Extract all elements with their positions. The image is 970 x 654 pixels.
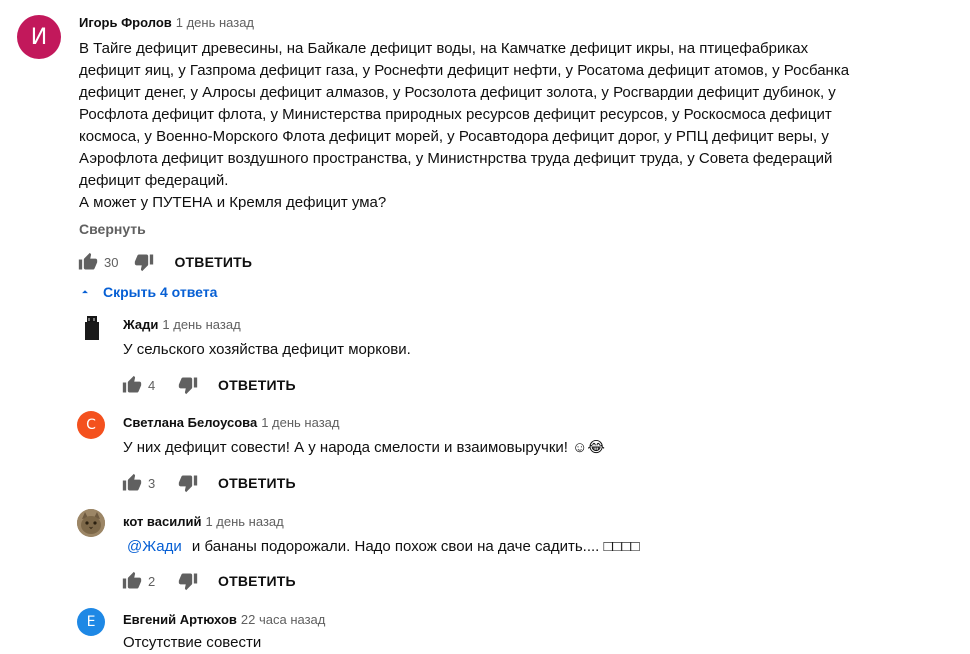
reply-actions: 3 ОТВЕТИТЬ: [120, 471, 296, 495]
dislike-button[interactable]: [176, 471, 200, 495]
reply-author[interactable]: Жади 1 день назад: [123, 317, 241, 332]
like-count: 3: [148, 475, 156, 491]
reply-actions: 2 ОТВЕТИТЬ: [120, 569, 296, 593]
avatar[interactable]: С: [77, 411, 105, 439]
comment-author[interactable]: Игорь Фролов 1 день назад: [79, 15, 254, 30]
comment-line: дефицит федераций.: [79, 172, 229, 189]
like-button[interactable]: [120, 471, 144, 495]
avatar[interactable]: [77, 509, 105, 537]
comment-line: А может у ПУТЕНА и Кремля дефицит ума?: [79, 194, 387, 211]
comment-line: дефицит денег, у Алросы дефицит алмазов,…: [79, 84, 836, 101]
reply-time[interactable]: 22 часа назад: [241, 612, 325, 627]
avatar[interactable]: [77, 314, 103, 340]
avatar[interactable]: И: [17, 15, 61, 59]
thumbs-up-icon: [78, 252, 98, 270]
like-count: 4: [148, 377, 156, 393]
like-count: 30: [104, 254, 119, 270]
reply-button[interactable]: ОТВЕТИТЬ: [218, 573, 296, 589]
reply-author[interactable]: Евгений Артюхов 22 часа назад: [123, 612, 325, 627]
comment-text: В Тайге дефицит древесины, на Байкале де…: [79, 38, 959, 214]
mention-link[interactable]: @Жади: [127, 538, 182, 555]
thumbs-down-icon: [178, 573, 198, 591]
like-count: 2: [148, 573, 156, 589]
dislike-button[interactable]: [176, 569, 200, 593]
hide-replies-button[interactable]: Скрыть 4 ответа: [78, 284, 217, 300]
avatar-letter: И: [30, 24, 48, 50]
thumbs-up-icon: [122, 375, 142, 393]
like-button[interactable]: [76, 250, 100, 274]
avatar-letter: С: [86, 417, 96, 433]
collapse-button[interactable]: Свернуть: [79, 221, 146, 237]
reply-time[interactable]: 1 день назад: [261, 415, 339, 430]
comment-line: дефицит яиц, у Газпрома дефицит газа, у …: [79, 62, 850, 79]
thumbs-down-icon: [178, 475, 198, 493]
comment-line: Аэрофлота дефицит воздушного пространств…: [79, 150, 833, 167]
comment-line: В Тайге дефицит древесины, на Байкале де…: [79, 40, 809, 57]
avatar-image-icon: [85, 316, 99, 340]
thumbs-down-icon: [178, 377, 198, 395]
avatar-letter: Е: [86, 614, 96, 630]
reply-text: и бананы подорожали. Надо похож свои на …: [191, 538, 640, 555]
hide-replies-label[interactable]: Скрыть 4 ответа: [103, 284, 217, 300]
thumbs-up-icon: [122, 571, 142, 589]
reply-author[interactable]: кот василий 1 день назад: [123, 514, 284, 529]
reply-button[interactable]: ОТВЕТИТЬ: [218, 377, 296, 393]
author-name[interactable]: Светлана Белоусова: [123, 415, 257, 430]
thumbs-up-icon: [122, 473, 142, 491]
cat-avatar-icon: [77, 509, 105, 537]
reply-text: У них дефицит совести! А у народа смелос…: [123, 439, 605, 456]
comment-actions: 30 ОТВЕТИТЬ: [76, 250, 252, 274]
comment-time[interactable]: 1 день назад: [176, 15, 254, 30]
dislike-button[interactable]: [176, 373, 200, 397]
dislike-button[interactable]: [132, 250, 156, 274]
author-name[interactable]: Жади: [123, 317, 158, 332]
author-name[interactable]: Игорь Фролов: [79, 15, 172, 30]
reply-time[interactable]: 1 день назад: [205, 514, 283, 529]
reply-button[interactable]: ОТВЕТИТЬ: [174, 254, 252, 270]
comment-line: космоса, у Военно-Морского Флота дефицит…: [79, 128, 829, 145]
reply-author[interactable]: Светлана Белоусова 1 день назад: [123, 415, 339, 430]
author-name[interactable]: кот василий: [123, 514, 201, 529]
like-button[interactable]: [120, 373, 144, 397]
reply-time[interactable]: 1 день назад: [162, 317, 240, 332]
reply-text-row: @Жади и бананы подорожали. Надо похож св…: [123, 536, 640, 558]
author-name[interactable]: Евгений Артюхов: [123, 612, 237, 627]
comment-line: Росфлота дефицит флота, у Министерства п…: [79, 106, 832, 123]
reply-button[interactable]: ОТВЕТИТЬ: [218, 475, 296, 491]
like-button[interactable]: [120, 569, 144, 593]
avatar[interactable]: Е: [77, 608, 105, 636]
thumbs-down-icon: [135, 254, 154, 272]
chevron-up-icon: [82, 290, 88, 294]
reply-actions: 4 ОТВЕТИТЬ: [120, 373, 296, 397]
reply-text: У сельского хозяйства дефицит моркови.: [123, 341, 411, 358]
